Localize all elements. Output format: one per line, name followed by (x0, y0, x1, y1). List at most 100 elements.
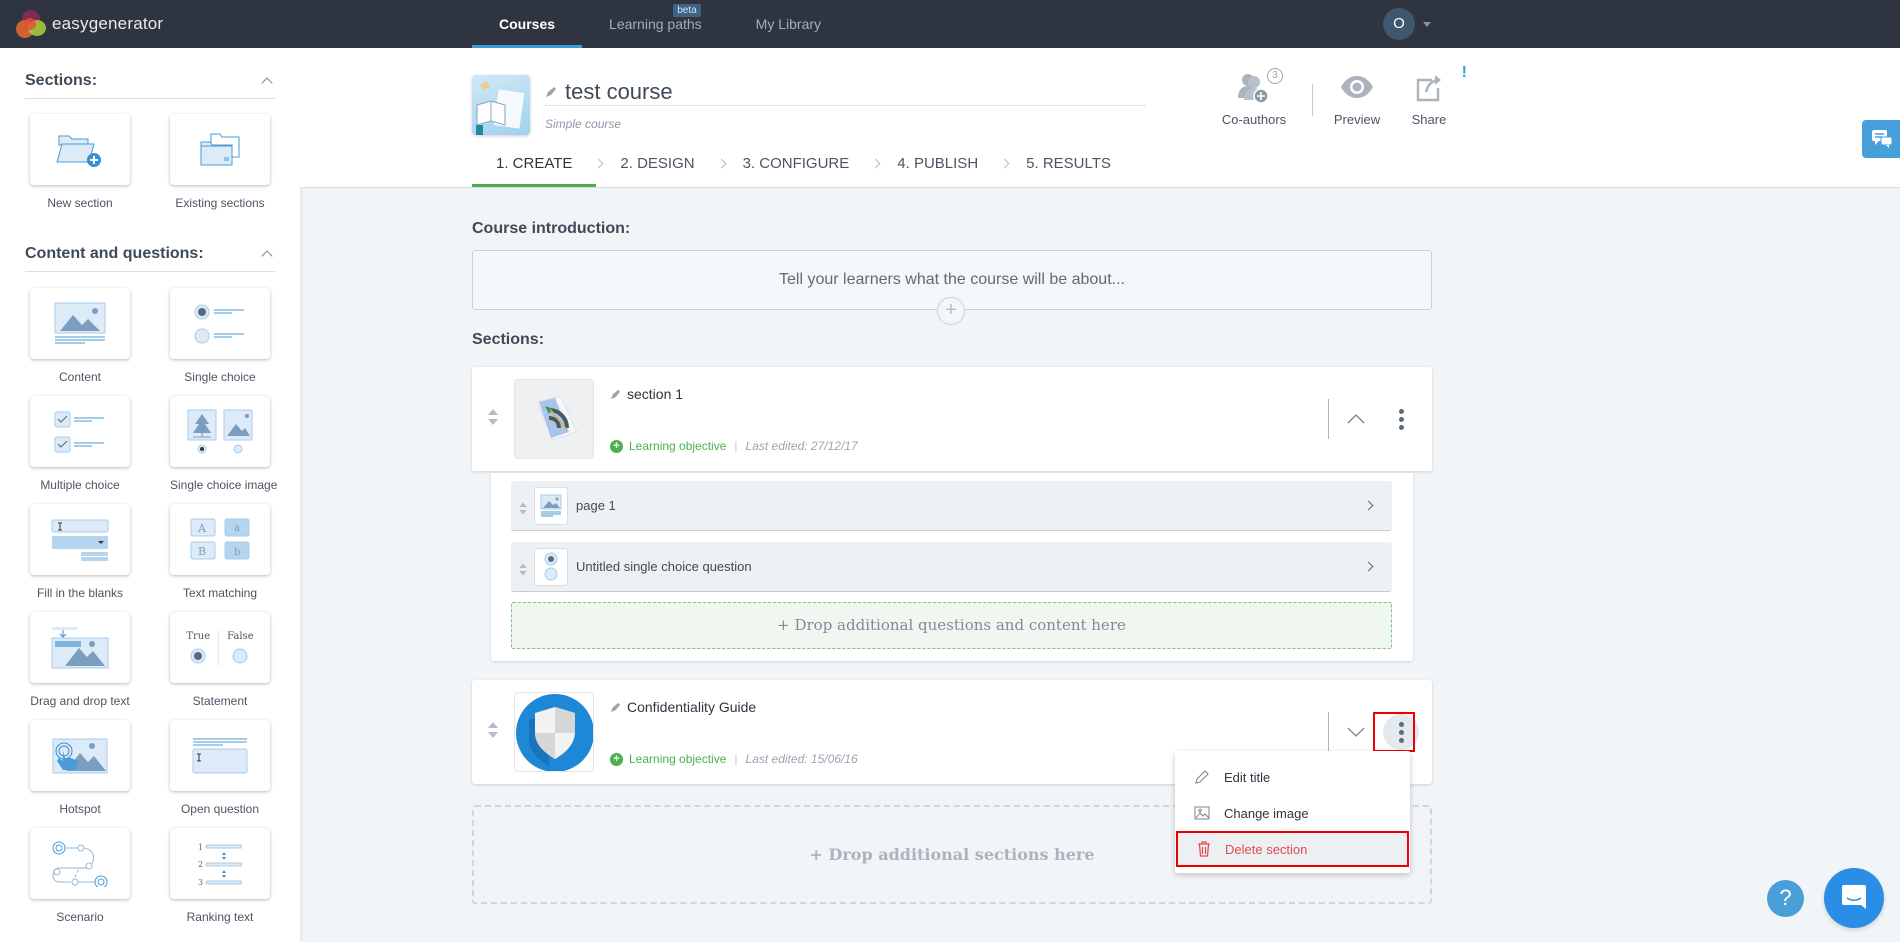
section-meta: + Learning objective | Last edited: 15/06… (610, 752, 858, 766)
share-alert-icon: ! (1461, 64, 1467, 81)
section-title[interactable]: Confidentiality Guide (610, 699, 756, 715)
coauthors-button[interactable]: 3 Co-authors (1210, 68, 1298, 127)
tile-single-choice[interactable]: Single choice (170, 288, 270, 384)
chevron-down-icon (1347, 727, 1365, 737)
menu-item-delete-section[interactable]: Delete section (1176, 831, 1409, 867)
open-question-icon (192, 738, 248, 773)
logo-icon (16, 10, 46, 38)
tile-label: Single choice (184, 370, 256, 384)
existing-folders-icon (200, 133, 240, 165)
tile-label: Text matching (182, 586, 258, 600)
avatar: O (1383, 8, 1415, 40)
list-item[interactable]: Untitled single choice question (511, 542, 1392, 592)
course-image (476, 81, 525, 135)
brand-name: easygenerator (52, 14, 164, 33)
course-actions: 3 Co-authors Preview ! Share (1210, 64, 1467, 127)
list-item[interactable]: page 1 (511, 481, 1392, 531)
statement-false: False (227, 631, 254, 664)
drag-handle-icon[interactable] (488, 409, 498, 429)
collapse-section-button[interactable] (1344, 407, 1368, 431)
menu-item-label: Change image (1224, 805, 1309, 821)
live-chat-button[interactable] (1824, 868, 1884, 928)
dot (1398, 408, 1404, 414)
pencil-icon (1195, 770, 1209, 784)
learning-objective-link[interactable]: + Learning objective (610, 439, 726, 453)
content-icon (54, 302, 106, 343)
dot (1398, 424, 1404, 430)
course-thumbnail[interactable] (472, 75, 530, 135)
radio-selected-icon (190, 648, 206, 664)
fill-blanks-icon (51, 519, 109, 561)
sidebar: Sections: New section Existing sections … (0, 48, 300, 942)
step-label: 5. RESULTS (1026, 155, 1111, 172)
nav-learning-paths[interactable]: Learning paths beta (582, 0, 729, 48)
tile-existing-sections[interactable]: Existing sections (170, 114, 270, 210)
beta-badge: beta (673, 4, 701, 17)
tile-single-choice-image[interactable]: Single choice image (170, 396, 278, 492)
preview-button[interactable]: Preview (1327, 70, 1387, 127)
help-button[interactable]: ? (1767, 880, 1804, 917)
share-button[interactable]: ! Share (1399, 64, 1467, 127)
section-card: section 1 + Learning objective | Last edi… (472, 367, 1432, 471)
meta-divider: | (734, 752, 738, 766)
collapse-content-icon[interactable] (261, 249, 273, 262)
collapse-sections-icon[interactable] (261, 76, 273, 89)
tile-label: Scenario (56, 910, 104, 924)
item-name: page 1 (576, 498, 616, 513)
course-title-field[interactable]: test course (545, 78, 1145, 106)
chevron-up-icon (1347, 414, 1365, 424)
tile-scenario[interactable]: Scenario (30, 828, 130, 924)
item-name: Untitled single choice question (576, 559, 752, 574)
content-heading: Content and questions: (25, 244, 204, 262)
tile-label: Single choice image (170, 478, 278, 492)
user-menu[interactable]: O (1383, 6, 1431, 42)
tile-hotspot[interactable]: Hotspot (30, 720, 130, 816)
add-intro-button[interactable]: + (937, 297, 965, 325)
dot (1398, 737, 1404, 743)
drag-handle-icon[interactable] (488, 722, 498, 742)
feedback-tab[interactable] (1862, 120, 1900, 158)
tile-label: Hotspot (59, 802, 101, 816)
tile-drag-drop-text[interactable]: Drag and drop text (30, 612, 130, 708)
nav-courses[interactable]: Courses (472, 0, 583, 48)
section-menu-button[interactable] (1383, 401, 1419, 437)
menu-item-change-image[interactable]: Change image (1175, 795, 1410, 831)
nav-my-library[interactable]: My Library (729, 0, 848, 48)
tile-content[interactable]: Content (30, 288, 130, 384)
step-label: 1. CREATE (496, 155, 573, 172)
shield-image (516, 694, 593, 771)
section-menu-button[interactable] (1383, 714, 1419, 750)
drag-handle-icon[interactable] (519, 502, 527, 518)
section-title-text: Confidentiality Guide (627, 699, 757, 715)
single-choice-item-icon (534, 548, 568, 586)
tile-multiple-choice[interactable]: Multiple choice (30, 396, 130, 492)
tile-new-section[interactable]: New section (30, 114, 130, 210)
course-title: test course (565, 78, 673, 104)
expand-section-button[interactable] (1344, 720, 1368, 744)
menu-item-edit-title[interactable]: Edit title (1175, 759, 1410, 795)
drop-questions-zone[interactable]: + Drop additional questions and content … (511, 602, 1392, 649)
target-image (536, 395, 578, 441)
tile-statement[interactable]: True False Statement (170, 612, 270, 708)
step-configure[interactable]: 3. CONFIGURE (719, 151, 881, 187)
section-image[interactable] (514, 379, 594, 459)
brand-logo[interactable]: easygenerator (16, 10, 163, 38)
section-title[interactable]: section 1 (610, 386, 683, 402)
plus-circle-icon: + (610, 752, 623, 766)
drag-handle-icon[interactable] (519, 563, 527, 579)
step-create[interactable]: 1. CREATE (472, 151, 604, 187)
tile-open-question[interactable]: Open question (170, 720, 270, 816)
content-panel-header: Content and questions: (25, 236, 275, 272)
learning-objective-label: Learning objective (629, 439, 727, 453)
step-publish[interactable]: 4. PUBLISH (873, 151, 1010, 187)
step-results[interactable]: 5. RESULTS (1002, 151, 1135, 187)
tile-fill-blanks[interactable]: Fill in the blanks (30, 504, 130, 600)
plus-circle-icon: + (610, 439, 623, 453)
tile-text-matching[interactable]: Aa Bb Text matching (170, 504, 270, 600)
sections-heading: Sections: (25, 71, 98, 89)
step-design[interactable]: 2. DESIGN (596, 151, 727, 187)
single-choice-image-icon (187, 409, 253, 453)
learning-objective-link[interactable]: + Learning objective (610, 752, 726, 766)
section-image[interactable] (514, 692, 594, 772)
tile-ranking-text[interactable]: 1 2 3 Ranking text (170, 828, 270, 924)
